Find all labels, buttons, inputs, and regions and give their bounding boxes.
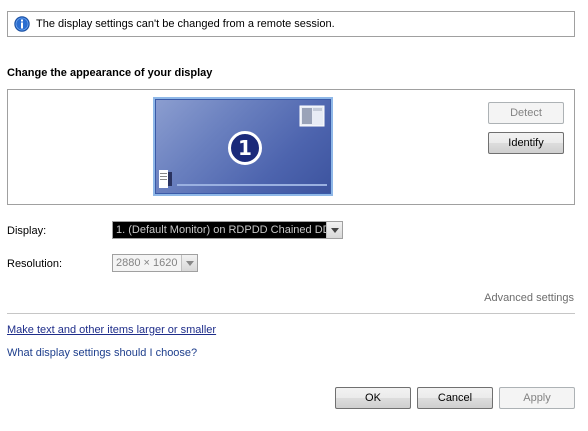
chevron-down-icon[interactable]	[326, 222, 342, 238]
info-bar: The display settings can't be changed fr…	[7, 11, 575, 37]
text-size-link[interactable]: Make text and other items larger or smal…	[7, 324, 216, 336]
resolution-select[interactable]: 2880 × 1620	[112, 254, 198, 272]
divider	[7, 313, 575, 314]
monitor-number-badge: 1	[228, 131, 262, 165]
monitor-1-thumbnail[interactable]: 1	[153, 97, 333, 196]
display-preview-panel: 1 Detect Identify	[7, 89, 575, 205]
display-select-value: 1. (Default Monitor) on RDPDD Chained DD	[116, 224, 326, 236]
display-select[interactable]: 1. (Default Monitor) on RDPDD Chained DD	[112, 221, 343, 239]
monitor-taskbar	[177, 184, 327, 186]
advanced-settings-link[interactable]: Advanced settings	[484, 292, 574, 304]
info-icon	[14, 16, 30, 32]
display-label: Display:	[7, 225, 47, 237]
display-settings-help-link[interactable]: What display settings should I choose?	[7, 347, 197, 359]
identify-button[interactable]: Identify	[488, 132, 564, 154]
chevron-down-icon[interactable]	[181, 255, 197, 271]
window-icon	[299, 105, 325, 127]
resolution-select-value: 2880 × 1620	[116, 257, 178, 269]
resolution-label: Resolution:	[7, 258, 63, 270]
apply-button[interactable]: Apply	[499, 387, 575, 409]
info-message: The display settings can't be changed fr…	[36, 18, 335, 30]
detect-button[interactable]: Detect	[488, 102, 564, 124]
ok-button[interactable]: OK	[335, 387, 411, 409]
cancel-button[interactable]: Cancel	[417, 387, 493, 409]
document-icon	[159, 170, 172, 188]
page-heading: Change the appearance of your display	[7, 67, 213, 79]
